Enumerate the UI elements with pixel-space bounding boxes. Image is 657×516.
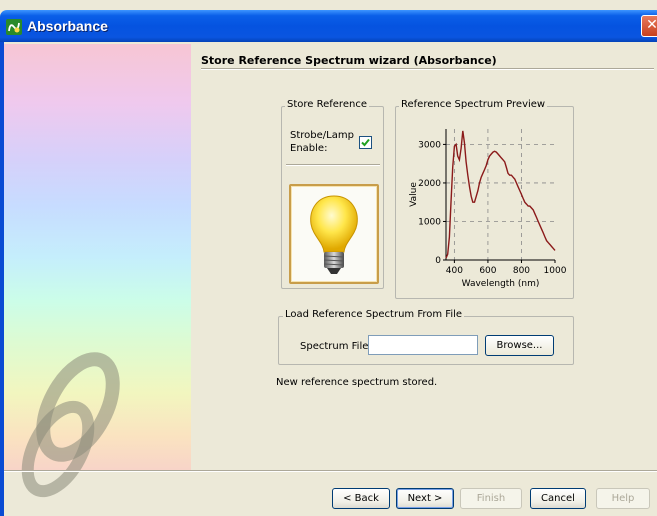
y-tick-label: 0 (435, 256, 441, 266)
cancel-button[interactable]: Cancel (530, 488, 586, 509)
y-tick-label: 1000 (418, 217, 441, 227)
ocean-logo-icon (21, 352, 120, 498)
checkmark-icon (361, 138, 370, 147)
x-tick-label: 400 (446, 266, 463, 276)
y-axis-label: Value (409, 182, 419, 207)
store-reference-separator (286, 164, 380, 166)
strobe-lamp-label: Strobe/Lamp Enable: (290, 130, 354, 154)
back-button[interactable]: < Back (332, 488, 390, 509)
x-tick-label: 1000 (544, 266, 567, 276)
title-divider (201, 68, 654, 70)
strobe-lamp-checkbox[interactable] (359, 136, 372, 149)
wizard-title: Store Reference Spectrum wizard (Absorba… (201, 54, 497, 67)
x-tick-label: 800 (513, 266, 530, 276)
browse-button[interactable]: Browse... (485, 335, 554, 356)
window-title: Absorbance (27, 18, 108, 34)
light-bulb-icon (310, 195, 358, 274)
spectrum-file-label: Spectrum File: (300, 341, 372, 352)
button-bar-divider (4, 470, 657, 472)
load-reference-legend: Load Reference Spectrum From File (283, 309, 465, 320)
spectrum-file-input[interactable] (368, 335, 478, 355)
absorbance-window: Absorbance ✕ Store Reference Spectrum wi… (0, 0, 657, 516)
close-button[interactable]: ✕ (641, 15, 657, 37)
spectrum-series-line (445, 130, 556, 259)
x-tick-label: 600 (479, 266, 496, 276)
close-icon: ✕ (646, 17, 657, 33)
wizard-side-banner (4, 44, 191, 498)
app-icon (6, 19, 22, 35)
x-axis-label: Wavelength (nm) (462, 279, 540, 289)
status-message: New reference spectrum stored. (276, 377, 438, 388)
store-reference-button[interactable] (289, 184, 379, 284)
y-tick-label: 3000 (418, 140, 441, 150)
spectrum-preview-chart: 400 600 800 1000 0 1000 2000 3000 Wavelength (nm… (409, 129, 567, 289)
finish-button[interactable]: Finish (460, 488, 522, 509)
store-reference-legend: Store Reference (285, 99, 369, 110)
store-reference-group: Store Reference Strobe/Lamp Enable: (281, 99, 384, 289)
help-button[interactable]: Help (596, 488, 650, 509)
reference-preview-group: Reference Spectrum Preview 400 600 800 1000… (395, 99, 574, 299)
next-button[interactable]: Next > (396, 488, 454, 509)
load-reference-group: Load Reference Spectrum From File Spectr… (278, 309, 574, 365)
y-tick-label: 2000 (418, 179, 441, 189)
title-bar[interactable]: Absorbance (0, 10, 657, 42)
